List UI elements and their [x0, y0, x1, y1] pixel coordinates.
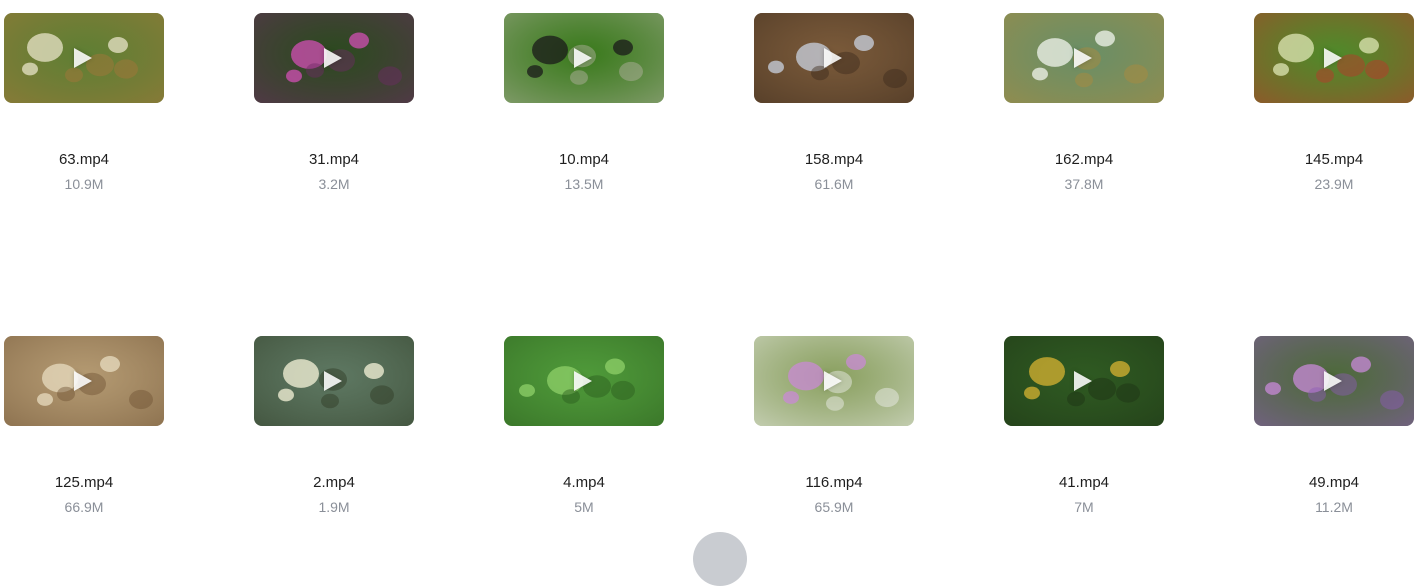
video-tile[interactable]: 41.mp4 7M: [1000, 323, 1250, 523]
video-grid: 63.mp4 10.9M 31.mp4 3.2M 10.mp4 13.5M 158.mp4 6…: [0, 0, 1420, 539]
play-icon[interactable]: [574, 48, 592, 68]
video-tile[interactable]: 31.mp4 3.2M: [250, 0, 500, 200]
video-thumbnail[interactable]: [254, 13, 414, 103]
video-file-size: 11.2M: [1315, 499, 1353, 515]
video-tile[interactable]: 10.mp4 13.5M: [500, 0, 750, 200]
video-thumbnail[interactable]: [754, 13, 914, 103]
video-tile[interactable]: 158.mp4 61.6M: [750, 0, 1000, 200]
video-file-size: 13.5M: [564, 176, 604, 192]
video-file-name[interactable]: 4.mp4: [504, 474, 664, 491]
video-file-name[interactable]: 145.mp4: [1254, 151, 1414, 168]
video-file-size: 37.8M: [1064, 176, 1104, 192]
video-file-name[interactable]: 162.mp4: [1004, 151, 1164, 168]
video-file-name[interactable]: 41.mp4: [1004, 474, 1164, 491]
video-file-size: 66.9M: [64, 499, 104, 515]
video-file-name[interactable]: 31.mp4: [254, 151, 414, 168]
video-thumbnail[interactable]: [4, 336, 164, 426]
video-file-name[interactable]: 2.mp4: [254, 474, 414, 491]
video-thumbnail[interactable]: [254, 336, 414, 426]
video-tile[interactable]: 162.mp4 37.8M: [1000, 0, 1250, 200]
video-file-size: 7M: [1074, 499, 1094, 515]
play-icon[interactable]: [824, 371, 842, 391]
play-icon[interactable]: [74, 48, 92, 68]
video-tile[interactable]: 145.mp4 23.9M: [1250, 0, 1420, 200]
video-thumbnail[interactable]: [504, 336, 664, 426]
video-tile[interactable]: 4.mp4 5M: [500, 323, 750, 523]
video-thumbnail[interactable]: [1004, 13, 1164, 103]
scroll-to-top-button[interactable]: [693, 532, 747, 586]
video-thumbnail[interactable]: [1254, 336, 1414, 426]
video-tile[interactable]: 49.mp4 11.2M: [1250, 323, 1420, 523]
play-icon[interactable]: [74, 371, 92, 391]
video-file-name[interactable]: 125.mp4: [4, 474, 164, 491]
video-file-name[interactable]: 158.mp4: [754, 151, 914, 168]
video-file-size: 65.9M: [814, 499, 854, 515]
video-tile[interactable]: 63.mp4 10.9M: [0, 0, 250, 200]
play-icon[interactable]: [324, 371, 342, 391]
video-file-name[interactable]: 63.mp4: [4, 151, 164, 168]
video-thumbnail[interactable]: [1004, 336, 1164, 426]
video-file-size: 23.9M: [1314, 176, 1354, 192]
play-icon[interactable]: [1074, 371, 1092, 391]
video-file-name[interactable]: 49.mp4: [1254, 474, 1414, 491]
play-icon[interactable]: [1074, 48, 1092, 68]
video-tile[interactable]: 125.mp4 66.9M: [0, 323, 250, 523]
video-thumbnail[interactable]: [504, 13, 664, 103]
video-thumbnail[interactable]: [754, 336, 914, 426]
video-thumbnail[interactable]: [1254, 13, 1414, 103]
video-file-name[interactable]: 10.mp4: [504, 151, 664, 168]
video-file-size: 5M: [574, 499, 594, 515]
play-icon[interactable]: [824, 48, 842, 68]
video-tile[interactable]: 116.mp4 65.9M: [750, 323, 1000, 523]
play-icon[interactable]: [574, 371, 592, 391]
video-file-size: 3.2M: [318, 176, 350, 192]
play-icon[interactable]: [324, 48, 342, 68]
video-thumbnail[interactable]: [4, 13, 164, 103]
play-icon[interactable]: [1324, 371, 1342, 391]
video-file-size: 1.9M: [318, 499, 350, 515]
video-tile[interactable]: 2.mp4 1.9M: [250, 323, 500, 523]
video-file-size: 61.6M: [814, 176, 854, 192]
video-file-name[interactable]: 116.mp4: [754, 474, 914, 491]
video-file-size: 10.9M: [64, 176, 104, 192]
play-icon[interactable]: [1324, 48, 1342, 68]
